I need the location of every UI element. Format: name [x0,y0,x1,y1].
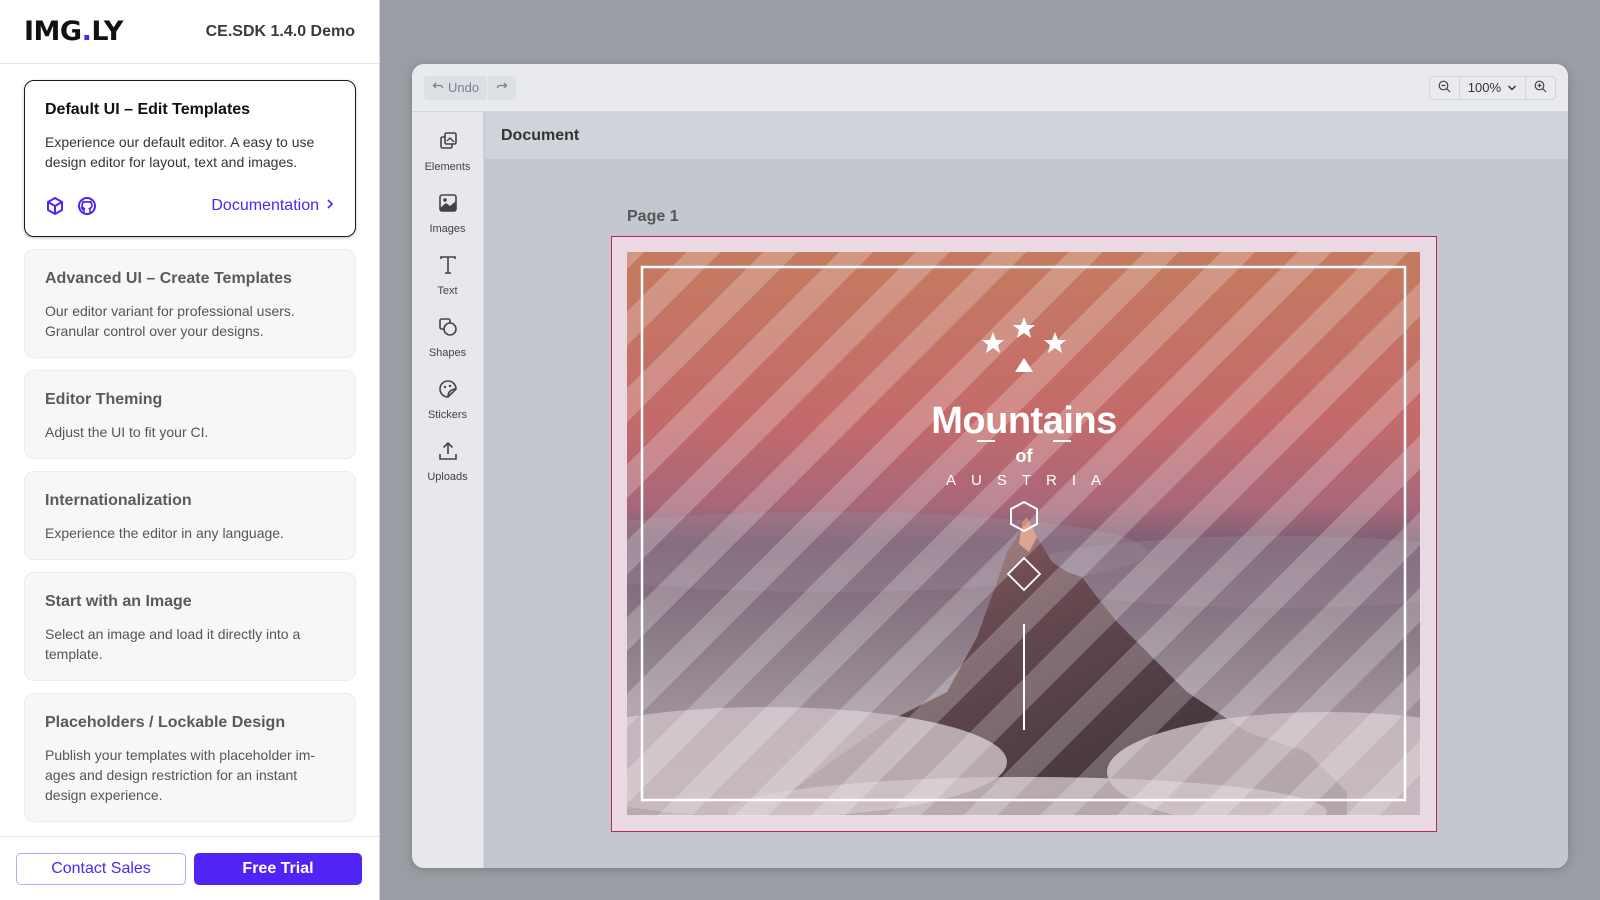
undo-redo-group: Undo [424,75,517,100]
demo-card-list: Default UI – Edit Templates Experience o… [24,80,356,834]
card-title: Default UI – Edit Templates [45,101,251,118]
imgly-logo[interactable]: IMG.LY [24,16,123,47]
rail-item-elements[interactable]: Elements [412,120,483,182]
card-description: Select an image and load it directly int… [45,626,301,662]
card-description: Adjust the UI to fit your CI. [45,424,209,440]
card-title: Placeholders / Lockable Design [45,714,286,731]
poster-of[interactable]: of [627,446,1421,467]
card-description: Our editor variant for professional user… [45,303,295,339]
sidebar-header: IMG.LY CE.SDK 1.4.0 Demo [0,0,379,64]
demo-card-placeholders[interactable]: Placeholders / Lockable Design Publish y… [24,693,356,822]
mountain-photo [627,252,1420,815]
card-description: Experience the editor in any language. [45,525,284,541]
demo-card-advanced-ui[interactable]: Advanced UI – Create Templates Our edito… [24,249,356,358]
rail-item-stickers[interactable]: Stickers [412,368,483,430]
demo-version-title: CE.SDK 1.4.0 Demo [205,22,355,40]
redo-button[interactable] [488,76,516,100]
demo-card-editor-theming[interactable]: Editor Theming Adjust the UI to fit your… [24,370,356,459]
documentation-link-label: Documentation [211,197,319,214]
poster-title[interactable]: Mountains [627,400,1421,443]
zoom-level-value: 100% [1467,80,1501,95]
demo-card-default-ui[interactable]: Default UI – Edit Templates Experience o… [24,80,356,237]
sidebar-footer: Contact Sales Free Trial [0,836,379,900]
zoom-out-button[interactable] [1430,76,1459,100]
card-title: Editor Theming [45,391,163,408]
page-label[interactable]: Page 1 [627,208,679,226]
documentation-link[interactable]: Documentation [211,197,335,215]
logo-text-right: LY [91,16,123,47]
rail-item-shapes[interactable]: Shapes [412,306,483,368]
demo-card-internationalization[interactable]: Internationalization Experience the edit… [24,471,356,560]
rail-label: Shapes [428,346,467,359]
upload-icon [437,440,459,467]
card-title: Internationalization [45,492,192,509]
card-description: Publish your templates with placeholder … [45,747,316,803]
image-icon [437,192,459,219]
undo-label: Undo [448,80,480,95]
zoom-in-icon [1534,80,1547,96]
chevron-down-icon [1507,80,1517,95]
rail-label: Uploads [427,470,468,483]
shapes-icon [437,316,459,343]
elements-icon [437,130,459,157]
inspector-header: Document [485,112,1568,160]
codesandbox-icon[interactable] [45,196,65,216]
rail-label: Stickers [427,408,468,421]
demo-card-start-with-image[interactable]: Start with an Image Select an image and … [24,572,356,681]
github-icon[interactable] [77,196,97,216]
editor-window: Undo 100% Elements Images Text Shapes St… [412,64,1568,868]
card-footer: Documentation [45,196,335,216]
zoom-control: 100% [1428,75,1556,100]
logo-text-left: IMG [24,16,82,47]
redo-icon [496,80,508,95]
asset-library-rail: Elements Images Text Shapes Stickers Upl… [412,112,484,868]
undo-icon [432,80,444,95]
poster-subtitle[interactable]: AUSTRIA [627,472,1421,489]
sticker-icon [437,378,459,405]
rail-item-text[interactable]: Text [412,244,483,306]
zoom-in-button[interactable] [1526,76,1555,100]
undo-button[interactable]: Undo [424,76,487,100]
text-icon [437,254,459,281]
card-title: Advanced UI – Create Templates [45,270,292,287]
document-title: Document [501,126,580,144]
free-trial-button[interactable]: Free Trial [194,852,362,885]
demo-sidebar: IMG.LY CE.SDK 1.4.0 Demo Default UI – Ed… [0,0,380,900]
zoom-level-select[interactable]: 100% [1460,76,1525,100]
logo-dot: . [81,16,92,47]
selected-page-frame[interactable]: Mountains of AUSTRIA [611,236,1437,832]
contact-sales-button[interactable]: Contact Sales [16,852,186,885]
rail-item-images[interactable]: Images [412,182,483,244]
poster-image[interactable]: Mountains of AUSTRIA [627,252,1421,816]
card-description: Experience our default editor. A easy to… [45,134,315,170]
card-title: Start with an Image [45,593,192,610]
canvas-area[interactable]: Page 1 Mountains of AUSTRIA [485,160,1568,868]
rail-item-uploads[interactable]: Uploads [412,430,483,492]
zoom-out-icon [1438,80,1451,96]
rail-label: Text [437,284,458,297]
chevron-right-icon [325,197,335,215]
rail-label: Elements [424,160,471,173]
rail-label: Images [429,222,466,235]
editor-toolbar: Undo 100% [412,64,1568,112]
